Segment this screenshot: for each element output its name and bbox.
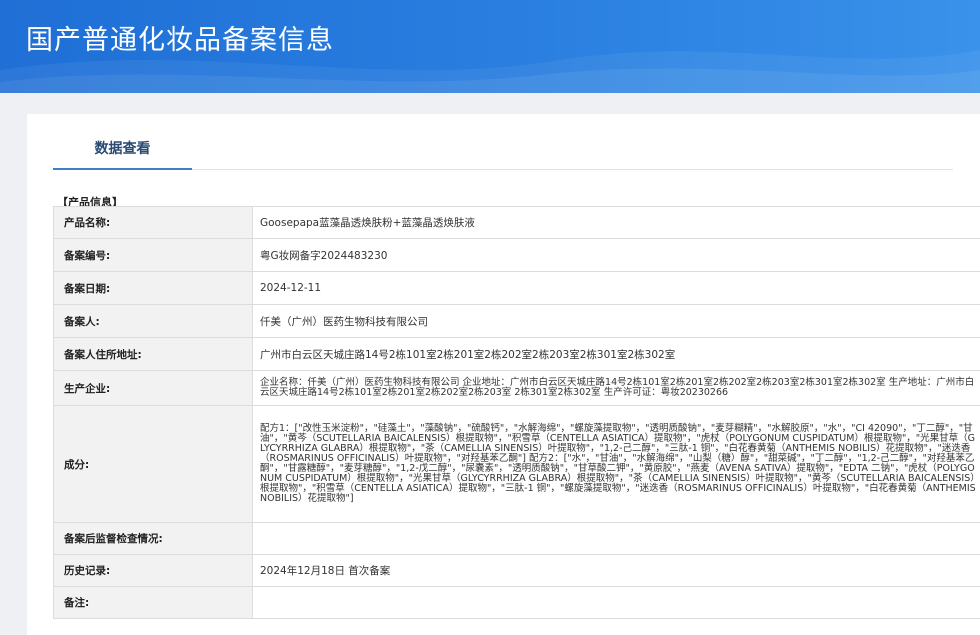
row-label: 成分: [53,405,253,523]
table-row: 备案人: 仟美（广州）医药生物科技有限公司 [53,304,980,338]
content-panel: 数据查看 【产品信息】 产品名称: Goosepapa蓝藻晶透焕肤粉+蓝藻晶透焕… [27,114,980,635]
row-label: 生产企业: [53,370,253,406]
row-value: 2024-12-11 [252,271,980,305]
tab-data-view[interactable]: 数据查看 [53,138,192,170]
table-row: 产品名称: Goosepapa蓝藻晶透焕肤粉+蓝藻晶透焕肤液 [53,206,980,239]
row-value: Goosepapa蓝藻晶透焕肤粉+蓝藻晶透焕肤液 [252,206,980,239]
row-label: 备注: [53,586,253,619]
table-row: 备案后监督检查情况: [53,522,980,555]
table-row: 备案日期: 2024-12-11 [53,271,980,305]
page-title: 国产普通化妆品备案信息 [26,25,334,56]
row-label: 备案日期: [53,271,253,305]
row-value [252,586,980,619]
row-value: 广州市白云区天城庄路14号2栋101室2栋201室2栋202室2栋203室2栋3… [252,337,980,371]
table-row: 备注: [53,586,980,619]
table-row: 成分: 配方1：["改性玉米淀粉"，"硅藻土"，"藻酸钠"，"硫酸钙"，"水解海… [53,405,980,523]
tab-active-indicator [53,168,192,170]
row-value [252,522,980,555]
table-row: 生产企业: 企业名称：仟美（广州）医药生物科技有限公司 企业地址：广州市白云区天… [53,370,980,406]
row-label: 备案人: [53,304,253,338]
row-value: 配方1：["改性玉米淀粉"，"硅藻土"，"藻酸钠"，"硫酸钙"，"水解海绵"，"… [252,405,980,523]
row-label: 备案后监督检查情况: [53,522,253,555]
row-label: 备案编号: [53,238,253,272]
page-header: 国产普通化妆品备案信息 [0,0,980,93]
table-row: 备案人住所地址: 广州市白云区天城庄路14号2栋101室2栋201室2栋202室… [53,337,980,371]
table-row: 备案编号: 粤G妆网备字2024483230 [53,238,980,272]
row-value: 企业名称：仟美（广州）医药生物科技有限公司 企业地址：广州市白云区天城庄路14号… [252,370,980,406]
row-value: 仟美（广州）医药生物科技有限公司 [252,304,980,338]
row-label: 备案人住所地址: [53,337,253,371]
row-value: 粤G妆网备字2024483230 [252,238,980,272]
row-label: 历史记录: [53,554,253,587]
product-info-table: 产品名称: Goosepapa蓝藻晶透焕肤粉+蓝藻晶透焕肤液 备案编号: 粤G妆… [53,206,980,619]
table-row: 历史记录: 2024年12月18日 首次备案 [53,554,980,587]
tab-bar: 数据查看 [53,114,953,170]
row-value: 2024年12月18日 首次备案 [252,554,980,587]
row-label: 产品名称: [53,206,253,239]
